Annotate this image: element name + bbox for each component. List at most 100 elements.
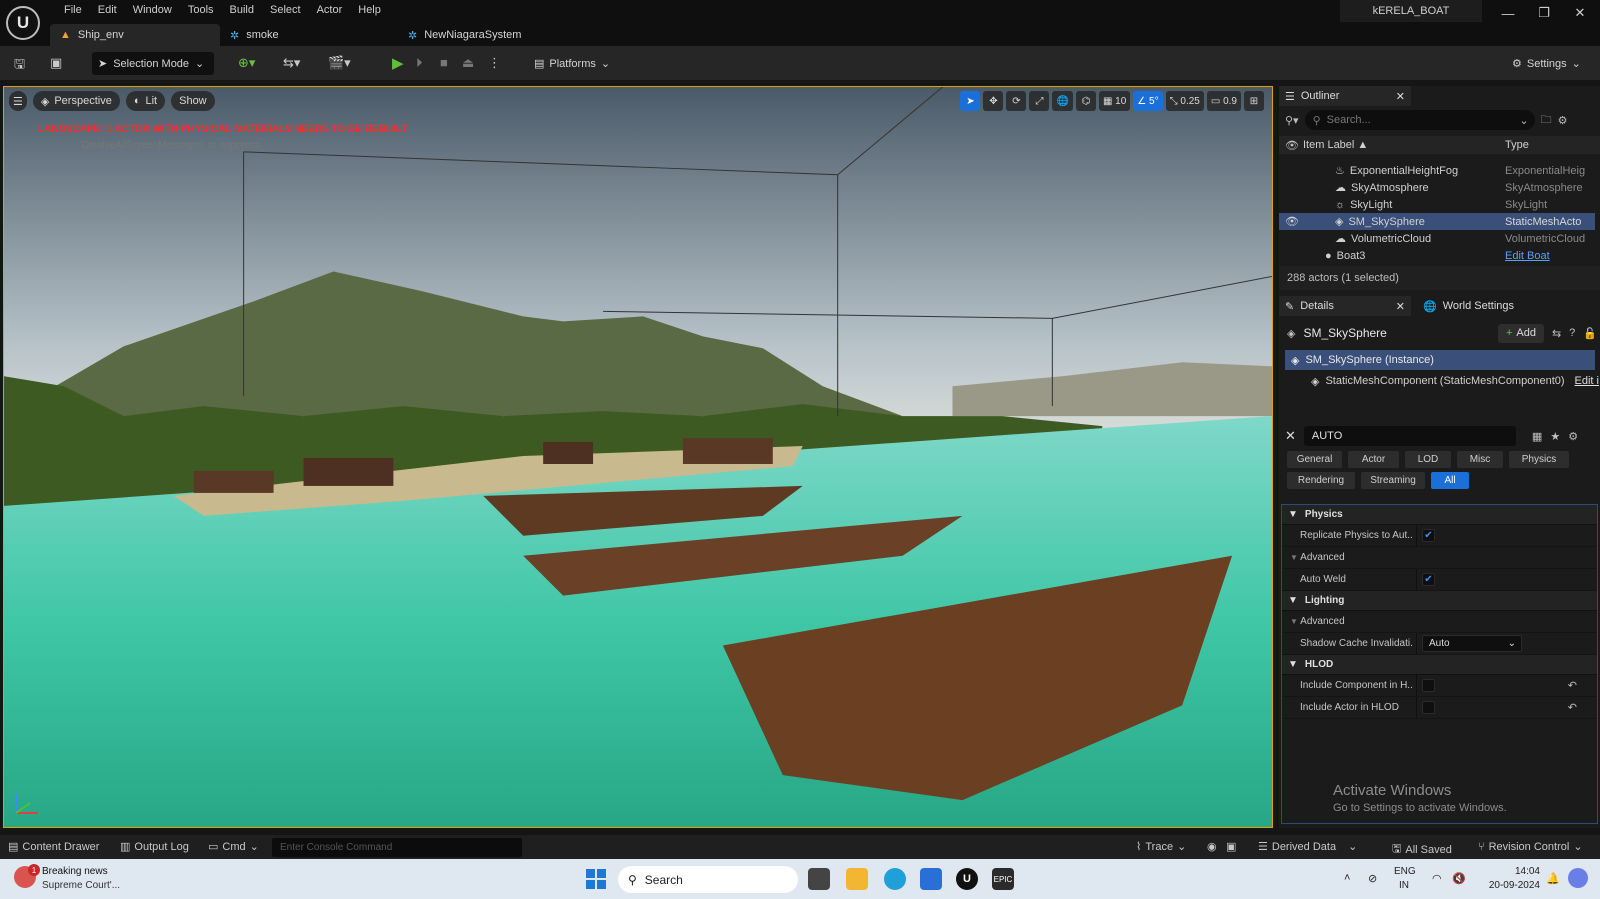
tab-ship-env[interactable]: ▲ Ship_env: [50, 24, 220, 46]
outliner-tab[interactable]: ☰ Outliner ✕: [1279, 86, 1411, 106]
world-local-icon[interactable]: 🌐: [1052, 91, 1073, 111]
taskbar-search[interactable]: ⚲ Search: [618, 866, 798, 893]
news-subtitle[interactable]: Supreme Court'...: [42, 880, 120, 891]
star-icon[interactable]: ★: [1550, 430, 1560, 443]
table-view-icon[interactable]: ▦: [1532, 430, 1542, 443]
help-icon[interactable]: ?: [1569, 327, 1575, 339]
filter-tab-misc[interactable]: Misc: [1457, 451, 1503, 468]
file-explorer-icon[interactable]: [846, 868, 868, 890]
clock-time[interactable]: 14:04: [1484, 866, 1540, 877]
instance-row[interactable]: ◈ SM_SkySphere (Instance): [1285, 350, 1595, 370]
add-component-button[interactable]: + Add: [1497, 323, 1544, 343]
close-button[interactable]: ✕: [1562, 5, 1598, 21]
menu-file[interactable]: File: [56, 4, 90, 16]
news-title[interactable]: Breaking news: [42, 866, 108, 877]
subsection-advanced[interactable]: ▼ Advanced: [1282, 611, 1597, 633]
step-icon[interactable]: ⏵: [416, 55, 423, 71]
subsection-advanced[interactable]: ▼ Advanced: [1282, 547, 1597, 569]
close-icon[interactable]: ✕: [1396, 90, 1405, 103]
scene-render[interactable]: [4, 87, 1272, 827]
unreal-engine-taskbar-icon[interactable]: U: [956, 868, 978, 890]
screenshot-icon[interactable]: ▣: [1226, 840, 1236, 853]
restore-button[interactable]: ❐: [1526, 5, 1562, 21]
derived-data-dropdown[interactable]: ☰ Derived Data ⌄: [1258, 840, 1357, 854]
edit-boat-link[interactable]: Edit Boat: [1505, 250, 1587, 262]
unreal-logo-icon[interactable]: U: [6, 6, 40, 40]
outliner-search-input[interactable]: ⚲ Search... ⌄: [1304, 110, 1535, 130]
gear-icon[interactable]: ⚙: [1558, 114, 1568, 127]
trace-dropdown[interactable]: ⌇ Trace ⌄: [1136, 840, 1186, 854]
filter-tab-streaming[interactable]: Streaming: [1361, 472, 1425, 489]
output-log-button[interactable]: ▥ Output Log: [120, 840, 189, 854]
tab-smoke[interactable]: ✲ smoke: [220, 24, 398, 46]
filter-tab-all[interactable]: All: [1431, 472, 1469, 489]
viewport-menu-button[interactable]: ☰: [9, 91, 27, 111]
grid-snap-button[interactable]: ▦ 10: [1098, 91, 1131, 111]
world-settings-tab[interactable]: 🌐 World Settings: [1417, 296, 1514, 316]
section-physics[interactable]: ▼ Physics: [1282, 505, 1597, 525]
gear-icon[interactable]: ⚙: [1568, 430, 1578, 443]
rotation-snap-button[interactable]: ∠ 5°: [1133, 91, 1163, 111]
reset-icon[interactable]: ↶: [1568, 701, 1577, 714]
revision-control-dropdown[interactable]: ⑂ Revision Control ⌄: [1478, 840, 1583, 854]
include-component-checkbox[interactable]: [1422, 679, 1435, 692]
cmd-dropdown[interactable]: ▭ Cmd ⌄: [208, 840, 259, 854]
edge-icon[interactable]: [884, 868, 906, 890]
eject-icon[interactable]: ⏏: [462, 55, 474, 71]
close-icon[interactable]: ✕: [1396, 300, 1405, 313]
store-icon[interactable]: [920, 868, 942, 890]
list-item-selected[interactable]: 👁 ◈ SM_SkySphere StaticMeshActo: [1279, 213, 1595, 230]
minimize-button[interactable]: —: [1490, 6, 1526, 21]
filter-tab-actor[interactable]: Actor: [1348, 451, 1399, 468]
visibility-icon[interactable]: 👁: [1285, 215, 1299, 228]
component-row[interactable]: ◈ StaticMeshComponent (StaticMeshCompone…: [1311, 372, 1600, 390]
clock-date[interactable]: 20-09-2024: [1484, 880, 1540, 891]
surface-snap-icon[interactable]: ⌬: [1075, 91, 1096, 111]
filter-tab-general[interactable]: General: [1287, 451, 1342, 468]
blueprint-icon[interactable]: ⇆: [1552, 327, 1561, 340]
play-icon[interactable]: ▶: [392, 54, 404, 72]
save-all-button[interactable]: 🖫 All Saved: [1392, 840, 1452, 859]
column-type[interactable]: Type: [1505, 139, 1529, 151]
list-item[interactable]: ● Boat3 Edit Boat: [1279, 247, 1595, 264]
scale-tool-icon[interactable]: ⤢: [1029, 91, 1050, 111]
rotate-tool-icon[interactable]: ⟳: [1006, 91, 1027, 111]
wifi-icon[interactable]: ◠: [1432, 872, 1442, 885]
filter-tab-lod[interactable]: LOD: [1405, 451, 1451, 468]
menu-tools[interactable]: Tools: [180, 4, 222, 16]
chevron-up-icon[interactable]: ˄: [1344, 872, 1350, 884]
filter-tab-rendering[interactable]: Rendering: [1287, 472, 1355, 489]
blueprint-icon[interactable]: ⇆▾: [283, 55, 300, 71]
copilot-icon[interactable]: [1568, 868, 1588, 888]
menu-window[interactable]: Window: [125, 4, 180, 16]
list-item[interactable]: ☁ VolumetricCloud VolumetricCloud: [1279, 230, 1595, 247]
scale-snap-button[interactable]: ⤡ 0.25: [1165, 91, 1204, 111]
auto-weld-checkbox[interactable]: ✔: [1422, 573, 1435, 586]
translate-tool-icon[interactable]: ✥: [983, 91, 1004, 111]
cinematics-icon[interactable]: 🎬▾: [328, 55, 351, 71]
platforms-dropdown[interactable]: ▤ Platforms ⌄: [534, 52, 610, 75]
record-icon[interactable]: ◉: [1207, 840, 1217, 853]
include-actor-checkbox[interactable]: [1422, 701, 1435, 714]
task-view-icon[interactable]: [808, 868, 830, 890]
section-hlod[interactable]: ▼ HLOD: [1282, 655, 1597, 675]
show-button[interactable]: Show: [171, 91, 215, 111]
lock-icon[interactable]: 🔓: [1583, 327, 1597, 340]
reset-icon[interactable]: ↶: [1568, 679, 1577, 692]
network-icon[interactable]: ⊘: [1368, 872, 1377, 885]
browse-icon[interactable]: ▣: [50, 55, 62, 71]
filter-tab-physics[interactable]: Physics: [1509, 451, 1569, 468]
epic-games-icon[interactable]: EPIC: [992, 868, 1014, 890]
language-label[interactable]: ENG: [1394, 866, 1416, 877]
more-options-icon[interactable]: ⋮: [488, 55, 501, 71]
console-input[interactable]: Enter Console Command: [272, 838, 522, 857]
perspective-button[interactable]: ◈ Perspective: [32, 91, 120, 111]
select-tool-icon[interactable]: ➤: [960, 91, 981, 111]
section-lighting[interactable]: ▼ Lighting: [1282, 591, 1597, 611]
column-item-label[interactable]: Item Label ▲: [1303, 139, 1368, 151]
menu-build[interactable]: Build: [222, 4, 262, 16]
replicate-physics-checkbox[interactable]: ✔: [1422, 529, 1435, 542]
region-label[interactable]: IN: [1399, 880, 1409, 891]
settings-dropdown[interactable]: ⚙ Settings ⌄: [1512, 52, 1581, 75]
maximize-viewport-icon[interactable]: ⊞: [1244, 91, 1264, 111]
